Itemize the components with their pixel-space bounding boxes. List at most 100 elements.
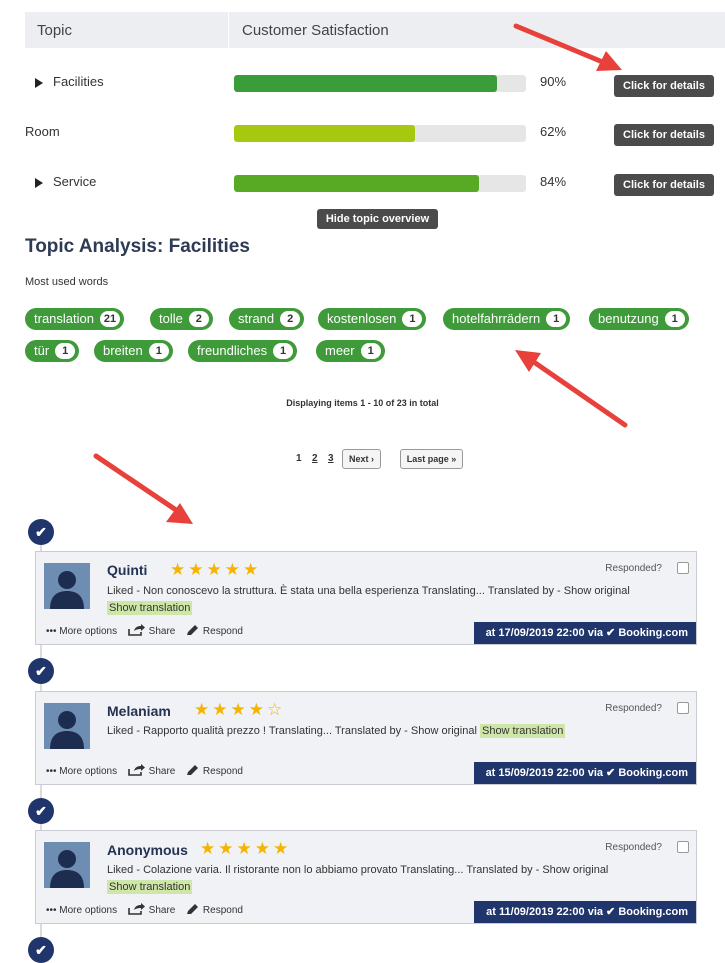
hide-topic-overview-button[interactable]: Hide topic overview xyxy=(317,209,438,229)
expand-triangle-icon[interactable] xyxy=(35,77,43,88)
topic-row-room[interactable]: Room xyxy=(25,124,60,139)
review-body: Liked - Non conoscevo la struttura. È st… xyxy=(107,585,630,597)
most-used-words-label: Most used words xyxy=(25,276,109,288)
review-card: Anonymous ★★★★★ Responded? Liked - Colaz… xyxy=(35,830,697,924)
star-rating: ★★★★★ xyxy=(170,560,262,579)
respond-button[interactable]: Respond xyxy=(186,625,243,637)
word-tag[interactable]: tür 1 xyxy=(25,340,80,362)
responded-label: Responded? xyxy=(605,703,662,714)
tag-count: 2 xyxy=(280,311,301,327)
topic-label: Facilities xyxy=(53,74,104,89)
share-button[interactable]: Share xyxy=(128,624,176,637)
topic-label: Room xyxy=(25,124,60,139)
responded-checkbox[interactable] xyxy=(677,562,689,574)
star-rating: ★★★★★ xyxy=(200,839,292,858)
tag-word: translation xyxy=(34,311,94,326)
word-tag[interactable]: meer 1 xyxy=(316,340,385,362)
review-source-badge: at 17/09/2019 22:00 via ✔ Booking.com xyxy=(473,622,696,644)
topic-label: Service xyxy=(53,174,97,189)
satisfaction-percent: 62% xyxy=(540,124,567,139)
avatar-silhouette-icon xyxy=(44,703,90,749)
tag-word: strand xyxy=(238,311,275,326)
more-options-button[interactable]: ••• More options xyxy=(46,626,117,637)
avatar-silhouette-icon xyxy=(44,563,90,609)
tag-count: 1 xyxy=(664,311,685,327)
share-button[interactable]: Share xyxy=(128,903,176,916)
tag-count: 1 xyxy=(273,343,294,359)
show-translation-link[interactable]: Show translation xyxy=(479,724,566,738)
page-3-link[interactable]: 3 xyxy=(328,453,334,464)
review-card: Quinti ★★★★★ Responded? Liked - Non cono… xyxy=(35,551,697,645)
details-button[interactable]: Click for details xyxy=(614,75,714,97)
checkmark-icon: ✔ xyxy=(28,798,54,824)
word-tag[interactable]: tolle 2 xyxy=(150,308,213,330)
show-translation-link[interactable]: Show translation xyxy=(107,601,193,615)
topic-row-facilities[interactable]: Facilities xyxy=(35,74,104,89)
respond-label: Respond xyxy=(202,905,243,916)
next-page-button[interactable]: Next › xyxy=(342,449,381,469)
satisfaction-bar xyxy=(234,175,526,192)
word-tag[interactable]: strand 2 xyxy=(229,308,305,330)
reviewer-name: Quinti xyxy=(107,562,148,578)
topic-row-service[interactable]: Service xyxy=(35,174,96,189)
review-source-badge: at 15/09/2019 22:00 via ✔ Booking.com xyxy=(473,762,696,784)
annotation-arrow-icon xyxy=(93,453,193,524)
tag-word: tolle xyxy=(159,311,183,326)
tag-count: 2 xyxy=(188,311,209,327)
page-2-link[interactable]: 2 xyxy=(312,453,318,464)
word-tag[interactable]: translation 21 xyxy=(25,308,124,330)
tag-count: 1 xyxy=(546,311,567,327)
reviewer-name: Melaniam xyxy=(107,703,171,719)
respond-button[interactable]: Respond xyxy=(186,904,243,916)
tag-word: breiten xyxy=(103,343,143,358)
responded-label: Responded? xyxy=(605,563,662,574)
share-icon xyxy=(128,903,145,915)
annotation-arrow-icon xyxy=(515,350,628,428)
review-actions: ••• More options Share Respond xyxy=(46,624,243,637)
checkmark-icon: ✔ xyxy=(28,658,54,684)
word-tag[interactable]: breiten 1 xyxy=(94,340,173,362)
responded-label: Responded? xyxy=(605,842,662,853)
review-actions: ••• More options Share Respond xyxy=(46,903,243,916)
details-button[interactable]: Click for details xyxy=(614,174,714,196)
more-options-button[interactable]: ••• More options xyxy=(46,766,117,777)
review-text: Liked - Non conoscevo la struttura. È st… xyxy=(107,583,672,617)
review-text: Liked - Colazione varia. Il ristorante n… xyxy=(107,862,672,896)
col-satisfaction-header: Customer Satisfaction xyxy=(242,22,389,39)
tag-count: 1 xyxy=(55,343,76,359)
word-tag[interactable]: kostenlosen 1 xyxy=(318,308,427,330)
satisfaction-bar-fill xyxy=(234,75,497,92)
review-body: Liked - Colazione varia. Il ristorante n… xyxy=(107,864,609,876)
checkmark-icon: ✔ xyxy=(28,519,54,545)
satisfaction-bar-fill xyxy=(234,175,480,192)
pencil-icon xyxy=(187,765,199,775)
expand-triangle-icon[interactable] xyxy=(35,177,43,188)
word-tag[interactable]: hotelfahrrädern 1 xyxy=(443,308,571,330)
annotation-arrow-icon xyxy=(513,23,622,71)
review-body: Liked - Rapporto qualità prezzo ! Transl… xyxy=(107,725,477,737)
tag-word: tür xyxy=(34,343,50,358)
tag-word: meer xyxy=(325,343,355,358)
tag-word: benutzung xyxy=(598,311,659,326)
page-1-link[interactable]: 1 xyxy=(296,453,302,464)
more-options-button[interactable]: ••• More options xyxy=(46,905,117,916)
share-label: Share xyxy=(148,905,176,916)
satisfaction-bar-fill xyxy=(234,125,416,142)
word-tag[interactable]: freundliches 1 xyxy=(188,340,298,362)
review-card: Melaniam ★★★★☆ Responded? Liked - Rappor… xyxy=(35,691,697,785)
responded-checkbox[interactable] xyxy=(677,841,689,853)
avatar-silhouette-icon xyxy=(44,842,90,888)
share-label: Share xyxy=(148,626,176,637)
respond-label: Respond xyxy=(202,626,243,637)
show-translation-link[interactable]: Show translation xyxy=(107,880,193,894)
share-icon xyxy=(128,624,145,636)
tag-word: hotelfahrrädern xyxy=(452,311,541,326)
word-tag[interactable]: benutzung 1 xyxy=(589,308,689,330)
details-button[interactable]: Click for details xyxy=(614,124,714,146)
tag-count: 21 xyxy=(99,311,120,327)
review-text: Liked - Rapporto qualità prezzo ! Transl… xyxy=(107,723,672,740)
last-page-button[interactable]: Last page » xyxy=(400,449,463,469)
share-button[interactable]: Share xyxy=(128,764,175,777)
responded-checkbox[interactable] xyxy=(677,702,689,714)
respond-button[interactable]: Respond xyxy=(186,765,243,777)
